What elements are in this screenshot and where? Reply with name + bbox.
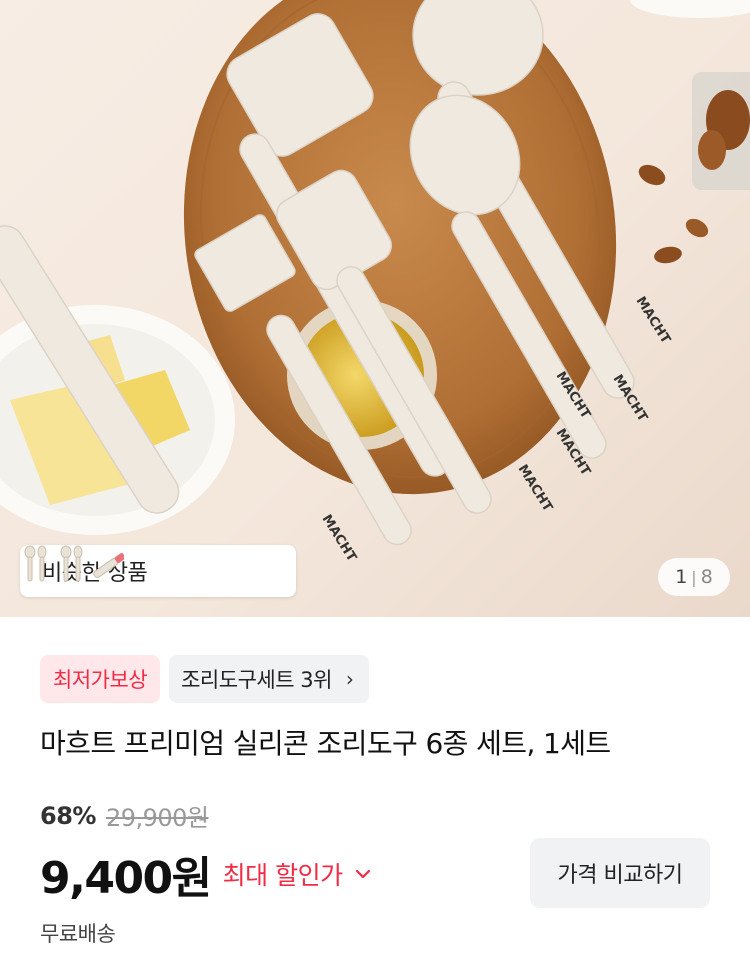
chevron-right-icon: ›: [345, 667, 354, 691]
price-row: 9,400원 최대 할인가: [40, 842, 371, 906]
almond: [638, 164, 666, 186]
chevron-down-icon[interactable]: [355, 865, 371, 884]
almond: [685, 218, 709, 238]
price-compare-button[interactable]: 가격 비교하기: [530, 838, 710, 908]
max-discount-label: 최대 할인가: [222, 861, 343, 890]
brand-mark: MACHT: [319, 512, 359, 564]
lowest-price-guarantee-label: 최저가보상: [53, 668, 148, 692]
max-discount-price-toggle[interactable]: 최대 할인가: [223, 856, 343, 892]
utensil-thumbnail-icon: [24, 545, 124, 582]
category-ranking-label: 조리도구세트 3위: [181, 668, 332, 692]
image-counter: 1 | 8: [658, 558, 730, 596]
discount-percent: 68%: [40, 801, 96, 830]
similar-products-button[interactable]: 비슷한 상품: [20, 545, 296, 597]
badge-row: 최저가보상 조리도구세트 3위 ›: [40, 655, 370, 703]
almond: [654, 246, 682, 264]
discount-row: 68% 29,900원: [40, 798, 209, 833]
product-image[interactable]: MACHT MACHT MACHT MACHT MACHT MACHT 비슷한 …: [0, 0, 750, 617]
image-counter-total: 8: [700, 566, 713, 588]
category-ranking-badge[interactable]: 조리도구세트 3위 ›: [169, 655, 370, 703]
price-compare-label: 가격 비교하기: [557, 863, 683, 888]
product-title: 마흐트 프리미엄 실리콘 조리도구 6종 세트, 1세트: [40, 727, 611, 760]
sale-price: 9,400원: [40, 853, 212, 904]
brand-mark: MACHT: [633, 294, 673, 346]
image-counter-separator: |: [691, 567, 697, 587]
brand-mark: MACHT: [515, 462, 555, 514]
product-photo-illustration: MACHT MACHT MACHT MACHT MACHT MACHT: [0, 0, 750, 565]
image-counter-current: 1: [675, 566, 688, 588]
shipping-info: 무료배송: [40, 922, 116, 946]
original-price: 29,900원: [105, 804, 209, 832]
lowest-price-guarantee-badge[interactable]: 최저가보상: [40, 655, 161, 703]
